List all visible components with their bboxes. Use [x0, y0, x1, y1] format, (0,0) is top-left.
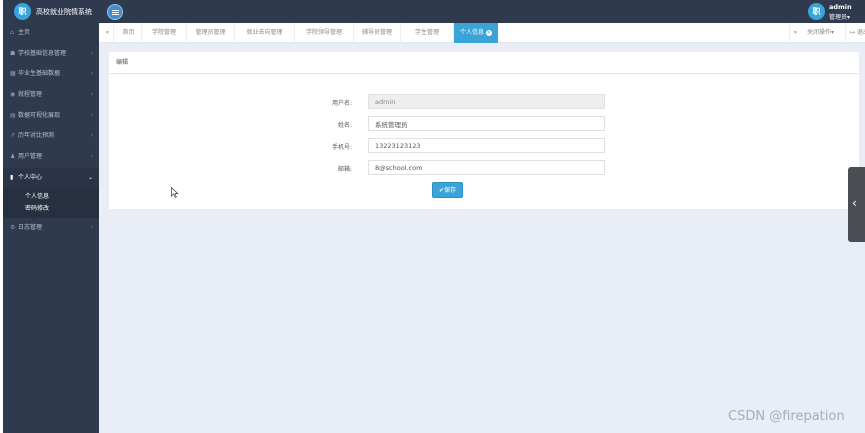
sidebar-item-personal-center[interactable]: ▮ 个人中心 ⌄: [3, 167, 99, 189]
app-logo: 职: [14, 3, 31, 20]
chevron-left-icon: ‹: [90, 153, 93, 161]
edit-panel: 编辑 用户名: 姓名: 手机号: 邮箱: ✔保存: [109, 52, 859, 209]
building-icon: ☗: [10, 49, 16, 57]
close-icon[interactable]: ×: [486, 29, 492, 36]
sidebar-item-logs[interactable]: ⚙ 日志管理 ‹: [3, 218, 99, 239]
user-name[interactable]: admin: [829, 3, 852, 11]
sidebar-item-school-info[interactable]: ☗ 学校基础信息管理 ‹: [3, 44, 99, 65]
chevron-left-icon: ‹: [90, 70, 93, 78]
chart-icon: ↗: [10, 132, 16, 140]
chevron-left-icon: ‹: [90, 91, 93, 99]
user-avatar[interactable]: 职: [808, 3, 825, 20]
tab-home[interactable]: 首页: [116, 23, 142, 43]
sidebar-item-label: 毕业生基础数据: [18, 70, 61, 78]
sidebar-item-visualization[interactable]: ▤ 数据可视化展现 ‹: [3, 106, 99, 127]
submenu-item-profile[interactable]: 个人信息: [3, 191, 99, 203]
tab-personal-info[interactable]: 个人信息 ×: [454, 23, 498, 43]
eye-icon: ◉: [10, 91, 16, 99]
username-label: 用户名:: [331, 100, 352, 107]
sidebar-item-users[interactable]: ♟ 用户管理 ‹: [3, 147, 99, 168]
sidebar-item-graduate-data[interactable]: ▦ 毕业生基础数据 ‹: [3, 64, 99, 85]
email-label: 邮箱:: [337, 166, 352, 173]
sidebar-item-label: 历年对比预测: [18, 132, 55, 140]
user-role-dropdown[interactable]: 管理员▾: [829, 12, 850, 21]
tab-leaders[interactable]: 学院领导管理: [295, 23, 354, 43]
sidebar-item-label: 用户管理: [18, 153, 43, 161]
side-drawer-toggle[interactable]: ‹: [848, 167, 865, 242]
tab-bar: « 首页 学院管理 管理员管理 就业去向管理 学院领导管理 辅导员管理 学生管理…: [99, 23, 865, 43]
chevron-left-icon: ‹: [90, 223, 93, 231]
top-header: 职 高校就业院情系统 职 admin 管理员▾: [3, 0, 865, 23]
sidebar-item-label: 数据可视化展现: [18, 111, 61, 119]
chevron-left-icon: ‹: [852, 196, 857, 210]
submenu-item-password[interactable]: 密码修改: [3, 203, 99, 215]
name-field[interactable]: [368, 116, 605, 131]
tab-counselor[interactable]: 辅导员管理: [354, 23, 401, 43]
app-title: 高校就业院情系统: [36, 8, 92, 16]
home-icon: ⌂: [10, 29, 14, 36]
app-window: 职 高校就业院情系统 职 admin 管理员▾ ⌂ 主页 ☗ 学校基础信息管理 ‹ …: [3, 0, 865, 433]
sidebar-item-label: 主页: [18, 29, 31, 36]
sidebar-item-label: 学校基础信息管理: [18, 49, 67, 57]
chevron-down-icon: ⌄: [87, 173, 93, 181]
email-field[interactable]: [368, 160, 605, 175]
database-icon: ▦: [10, 70, 16, 78]
tab-employment[interactable]: 就业去向管理: [235, 23, 295, 43]
menu-toggle-button[interactable]: [107, 4, 123, 20]
name-label: 姓名:: [337, 122, 352, 129]
tab-scroll-left-button[interactable]: «: [102, 23, 114, 43]
document-icon: ▤: [10, 111, 16, 119]
hamburger-icon-line: [112, 12, 119, 13]
tab-students[interactable]: 学生管理: [401, 23, 454, 43]
hamburger-icon-line: [112, 14, 119, 15]
tab-scroll-right-button[interactable]: »: [789, 23, 801, 43]
save-button[interactable]: ✔保存: [432, 182, 463, 198]
panel-heading: 编辑: [109, 52, 859, 74]
phone-field[interactable]: [368, 138, 605, 153]
watermark: CSDN @firepation: [728, 409, 845, 424]
sidebar-item-label: 个人中心: [18, 173, 43, 181]
phone-label: 手机号:: [331, 144, 352, 151]
user-icon: ♟: [10, 153, 16, 161]
sidebar-item-label: 就程管理: [18, 91, 43, 99]
hamburger-icon: [112, 10, 119, 11]
chevron-left-icon: ‹: [90, 132, 93, 140]
close-operations-dropdown[interactable]: 关闭操作▾: [807, 23, 834, 43]
sidebar-item-label: 日志管理: [18, 223, 43, 231]
sidebar-item-home[interactable]: ⌂ 主页: [3, 23, 99, 44]
tab-admin[interactable]: 管理员管理: [187, 23, 235, 43]
chevron-left-icon: ‹: [90, 49, 93, 57]
id-card-icon: ▮: [10, 173, 14, 181]
sidebar-item-process[interactable]: ◉ 就程管理 ‹: [3, 85, 99, 106]
sidebar: ⌂ 主页 ☗ 学校基础信息管理 ‹ ▦ 毕业生基础数据 ‹ ◉ 就程管理 ‹ ▤ 数据可视…: [3, 23, 99, 433]
tab-label: 个人信息: [459, 29, 484, 36]
tab-college[interactable]: 学院管理: [142, 23, 187, 43]
settings-icon: ⚙: [10, 223, 16, 231]
chevron-left-icon: ‹: [90, 111, 93, 119]
mouse-cursor-icon: [171, 187, 179, 198]
sidebar-item-forecast[interactable]: ↗ 历年对比预测 ‹: [3, 126, 99, 147]
personal-center-submenu: 个人信息 密码修改: [3, 188, 99, 218]
logout-button[interactable]: ↦ 退出: [845, 23, 865, 43]
username-field[interactable]: [368, 94, 605, 109]
